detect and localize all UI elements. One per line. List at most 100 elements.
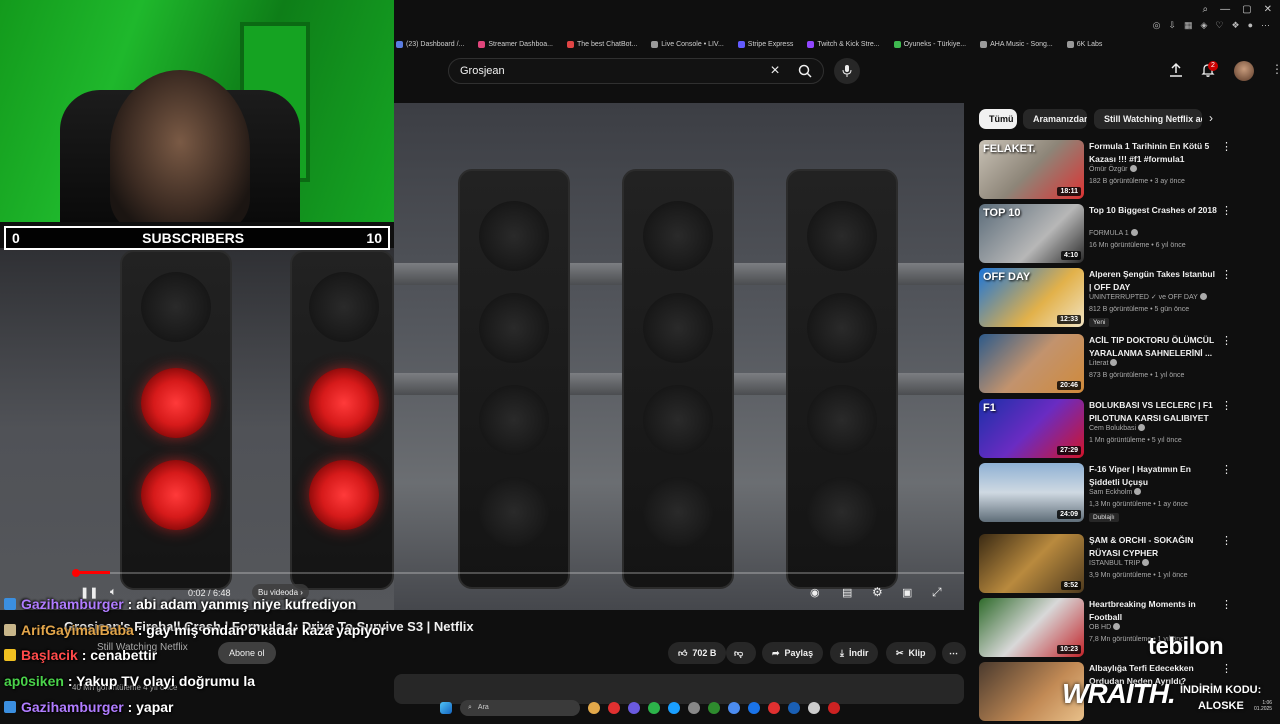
recommendation-menu-icon[interactable]: ⋮ (1221, 268, 1232, 281)
taskbar-app-icon[interactable] (648, 701, 660, 714)
taskbar-app-icon[interactable] (728, 701, 740, 714)
taskbar-app-icon[interactable] (608, 701, 620, 714)
more-options-icon[interactable]: ⋮ (1271, 62, 1280, 76)
recommendation-channel[interactable]: Sam Eckholm (1089, 488, 1142, 496)
filter-chip[interactable]: Tümü (979, 109, 1017, 129)
minimize-icon[interactable]: — (1220, 4, 1230, 15)
video-thumbnail[interactable]: 20:46 (979, 334, 1084, 393)
fullscreen-icon[interactable]: ⤢ (932, 585, 942, 600)
extension-icon-2[interactable]: ⇩ (1168, 20, 1176, 31)
bookmark-item[interactable]: Live Console • LIV... (651, 40, 724, 48)
subtitles-icon[interactable]: ▤ (842, 586, 852, 599)
profile-icon[interactable]: ● (1248, 20, 1253, 31)
search-input[interactable] (449, 65, 763, 77)
voice-search-icon[interactable] (834, 58, 860, 84)
recommendation-menu-icon[interactable]: ⋮ (1221, 662, 1232, 675)
taskbar-app-icon[interactable] (748, 701, 760, 714)
recommendation-title[interactable]: ACİL TIP DOKTORU ÖLÜMCÜL YARALANMA SAHNE… (1089, 334, 1219, 359)
download-button[interactable]: ⤓ İndir (830, 642, 879, 664)
extension-icon-4[interactable]: ◈ (1200, 20, 1207, 31)
clip-button[interactable]: ✂ Klip (886, 642, 936, 664)
recommendation-menu-icon[interactable]: ⋮ (1221, 334, 1232, 347)
filter-chip[interactable]: Still Watching Netflix adlı (1094, 109, 1202, 129)
recommendation-item[interactable]: 8:52 ŞAM & ORCHI - SOKAĞIN RÜYASI CYPHER I… (979, 534, 1269, 596)
bookmark-item[interactable]: The best ChatBot... (566, 40, 637, 48)
recommendation-channel[interactable]: UNINTERRUPTED ✓ ve OFF DAY (1089, 293, 1207, 301)
recommendation-item[interactable]: 20:46 ACİL TIP DOKTORU ÖLÜMCÜL YARALANMA … (979, 334, 1269, 396)
bookmark-item[interactable]: Stripe Express (737, 40, 793, 48)
video-thumbnail[interactable]: 10:23 (979, 598, 1084, 657)
recommendation-item[interactable]: OFF DAY 12:33 Alperen Şengün Takes Istanbu… (979, 268, 1269, 330)
progress-track[interactable] (110, 572, 964, 574)
maximize-icon[interactable]: ▢ (1242, 4, 1251, 15)
recommendation-channel[interactable]: Cem Bolukbasi (1089, 424, 1146, 432)
start-button-icon[interactable] (440, 701, 452, 714)
taskbar-app-icon[interactable] (668, 701, 680, 714)
recommendation-channel[interactable]: ISTANBUL TRIP (1089, 559, 1150, 567)
taskbar-app-icon[interactable] (828, 701, 840, 714)
miniplayer-icon[interactable]: ▣ (902, 586, 912, 599)
video-thumbnail[interactable]: F1 27:29 (979, 399, 1084, 458)
recommendation-item[interactable]: 24:09 F-16 Viper | Hayatımın En Şiddetli … (979, 463, 1269, 525)
recommendation-title[interactable]: Alperen Şengün Takes Istanbul | OFF DAY (1089, 268, 1219, 293)
recommendation-title[interactable]: BOLUKBASI VS LECLERC | F1 PILOTUNA KARSI… (1089, 399, 1219, 424)
recommendation-title[interactable]: Top 10 Biggest Crashes of 2018 (1089, 204, 1219, 217)
subscribe-button[interactable]: Abone ol (218, 642, 276, 664)
account-avatar[interactable] (1234, 61, 1254, 81)
taskbar-search[interactable]: ⌕ Ara (460, 699, 580, 716)
filter-chip[interactable]: Aramanızdan (1023, 109, 1087, 129)
extension-icon-1[interactable]: ◎ (1153, 20, 1161, 31)
taskbar-app-icon[interactable] (688, 701, 700, 714)
extensions-icon[interactable]: ❖ (1231, 20, 1239, 31)
recommendation-title[interactable]: ŞAM & ORCHI - SOKAĞIN RÜYASI CYPHER (1089, 534, 1219, 559)
recommendation-channel[interactable]: OB HD (1089, 623, 1121, 631)
taskbar-app-icon[interactable] (588, 701, 600, 714)
recommendation-item[interactable]: 10:23 Heartbreaking Moments in Football OB… (979, 598, 1269, 660)
like-button[interactable]: 👍︎ 702 B (668, 642, 727, 664)
recommendation-item[interactable]: FELAKET. 18:11 Formula 1 Tarihinin En Kötü… (979, 140, 1269, 202)
recommendation-menu-icon[interactable]: ⋮ (1221, 204, 1232, 217)
recommendation-item[interactable]: F1 27:29 BOLUKBASI VS LECLERC | F1 PILOTUN… (979, 399, 1269, 461)
video-thumbnail[interactable]: 24:09 (979, 463, 1084, 522)
recommendation-title[interactable]: Formula 1 Tarihinin En Kötü 5 Kazası !!!… (1089, 140, 1219, 165)
recommendation-menu-icon[interactable]: ⋮ (1221, 534, 1232, 547)
recommendation-title[interactable]: Heartbreaking Moments in Football (1089, 598, 1219, 623)
recommendation-channel[interactable]: FORMULA 1 (1089, 229, 1138, 237)
recommendation-channel[interactable]: Ömür Özgür (1089, 165, 1137, 173)
recommendation-menu-icon[interactable]: ⋮ (1221, 140, 1232, 153)
recommendation-menu-icon[interactable]: ⋮ (1221, 598, 1232, 611)
taskbar-app-icon[interactable] (808, 701, 820, 714)
recommendation-menu-icon[interactable]: ⋮ (1221, 399, 1232, 412)
taskbar-app-icon[interactable] (768, 701, 780, 714)
clear-search-icon[interactable]: × (763, 62, 787, 80)
close-window-icon[interactable]: ✕ (1264, 4, 1272, 15)
taskbar-app-icon[interactable] (708, 701, 720, 714)
video-thumbnail[interactable]: FELAKET. 18:11 (979, 140, 1084, 199)
bookmark-item[interactable]: Oyuneks - Türkiye... (893, 40, 966, 48)
video-thumbnail[interactable]: OFF DAY 12:33 (979, 268, 1084, 327)
dislike-button[interactable]: 👎︎ (726, 642, 756, 664)
recommendation-title[interactable]: F-16 Viper | Hayatımın En Şiddetli Uçuşu (1089, 463, 1219, 488)
bookmark-item[interactable]: 6K Labs (1066, 40, 1102, 48)
share-button[interactable]: ➦ Paylaş (762, 642, 824, 664)
recommendation-menu-icon[interactable]: ⋮ (1221, 463, 1232, 476)
recommendation-channel[interactable]: Literat (1089, 359, 1118, 367)
more-actions-button[interactable]: ⋯ (942, 642, 966, 664)
video-thumbnail[interactable]: TOP 10 4:10 (979, 204, 1084, 263)
video-player[interactable] (394, 103, 964, 610)
recommendation-item[interactable]: TOP 10 4:10 Top 10 Biggest Crashes of 2018… (979, 204, 1269, 266)
chips-next-icon[interactable]: › (1209, 111, 1213, 125)
upload-icon[interactable] (1168, 62, 1184, 83)
search-icon[interactable] (787, 58, 823, 84)
bookmark-item[interactable]: (23) Dashboard /... (396, 40, 464, 48)
autoplay-toggle-icon[interactable]: ◉ (810, 586, 820, 599)
favorite-icon[interactable]: ♡ (1215, 20, 1223, 31)
settings-gear-icon[interactable]: ⚙ (872, 585, 883, 599)
bookmark-item[interactable]: Streamer Dashboa... (478, 40, 553, 48)
bookmark-item[interactable]: AHA Music - Song... (980, 40, 1053, 48)
bookmark-item[interactable]: Twitch & Kick Stre... (807, 40, 880, 48)
browser-menu-icon[interactable]: ⋯ (1261, 20, 1270, 31)
search-tabs-icon[interactable]: ⌕ (1203, 4, 1209, 15)
extension-icon-3[interactable]: ▦ (1184, 20, 1193, 31)
video-thumbnail[interactable]: 8:52 (979, 534, 1084, 593)
